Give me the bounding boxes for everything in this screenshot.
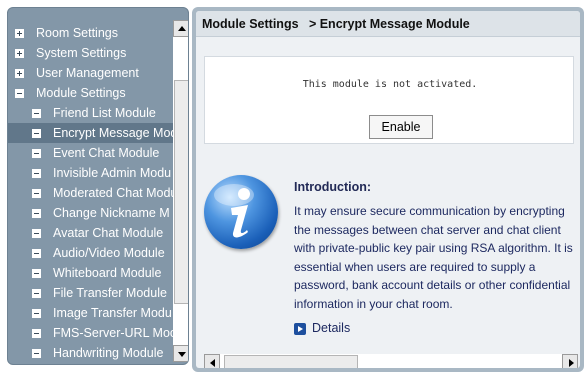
minus-box-icon[interactable] xyxy=(32,269,41,278)
main-panel: Module Settings > Encrypt Message Module… xyxy=(192,7,584,372)
sidebar-item-label: Change Nickname M xyxy=(53,206,170,220)
sidebar-item-label: Room Settings xyxy=(36,26,118,40)
sidebar-item[interactable]: Image Transfer Modu xyxy=(8,303,173,323)
sidebar-item-label: Friend List Module xyxy=(53,106,156,120)
minus-box-icon[interactable] xyxy=(32,109,41,118)
sidebar-item[interactable]: User Management xyxy=(8,63,173,83)
arrow-up-icon xyxy=(178,26,186,31)
minus-box-icon[interactable] xyxy=(15,89,24,98)
sidebar-scroll-thumb[interactable] xyxy=(174,80,188,304)
intro-title: Introduction: xyxy=(294,180,372,194)
sidebar-item[interactable]: Moderated Chat Modu xyxy=(8,183,173,203)
plus-box-icon[interactable] xyxy=(15,49,24,58)
minus-box-icon[interactable] xyxy=(32,329,41,338)
sidebar-item[interactable]: FMS-Server-URL Moc xyxy=(8,323,173,343)
info-icon xyxy=(204,175,278,249)
status-box: This module is not activated. Enable xyxy=(204,56,574,144)
details-label: Details xyxy=(312,321,351,335)
sidebar-item[interactable]: Change Nickname M xyxy=(8,203,173,223)
sidebar: Room Settings System Settings User Managem… xyxy=(0,0,192,379)
sidebar-item-label: Encrypt Message Mod xyxy=(53,126,173,140)
minus-box-icon[interactable] xyxy=(32,349,41,358)
sidebar-item-label: File Transfer Module xyxy=(53,286,167,300)
sidebar-item[interactable]: System Settings xyxy=(8,43,173,63)
minus-box-icon[interactable] xyxy=(32,169,41,178)
sidebar-item-label: Module Settings xyxy=(36,86,126,100)
play-icon xyxy=(294,323,306,335)
sidebar-item[interactable]: Avatar Chat Module xyxy=(8,223,173,243)
sidebar-item[interactable]: Encrypt Message Mod xyxy=(8,123,173,143)
sidebar-item[interactable]: Invisible Admin Modu xyxy=(8,163,173,183)
status-message: This module is not activated. xyxy=(302,79,478,90)
page-title: Module Settings > Encrypt Message Module xyxy=(202,17,470,31)
breadcrumb-header: Module Settings > Encrypt Message Module xyxy=(196,11,580,37)
sidebar-item-label: Moderated Chat Modu xyxy=(53,186,173,200)
sidebar-item-label: System Settings xyxy=(36,46,127,60)
arrow-down-icon xyxy=(178,352,186,357)
minus-box-icon[interactable] xyxy=(32,249,41,258)
sidebar-item[interactable]: Whiteboard Module xyxy=(8,263,173,283)
sidebar-scrollbar[interactable] xyxy=(173,20,188,362)
sidebar-item[interactable]: Event Chat Module xyxy=(8,143,173,163)
module-tree: Room Settings System Settings User Managem… xyxy=(8,8,173,364)
main-content: Module Settings > Encrypt Message Module… xyxy=(196,11,580,368)
minus-box-icon[interactable] xyxy=(32,229,41,238)
minus-box-icon[interactable] xyxy=(32,309,41,318)
plus-box-icon[interactable] xyxy=(15,69,24,78)
horizontal-scrollbar[interactable] xyxy=(204,354,578,368)
sidebar-item[interactable]: File Transfer Module xyxy=(8,283,173,303)
arrow-right-icon xyxy=(569,359,574,367)
sidebar-item[interactable]: Module Settings xyxy=(8,83,173,103)
minus-box-icon[interactable] xyxy=(32,209,41,218)
sidebar-item[interactable]: Audio/Video Module xyxy=(8,243,173,263)
sidebar-item[interactable]: Room Settings xyxy=(8,23,173,43)
minus-box-icon[interactable] xyxy=(32,129,41,138)
sidebar-panel: Room Settings System Settings User Managem… xyxy=(7,7,189,365)
enable-button[interactable]: Enable xyxy=(369,115,433,139)
sidebar-item-label: Event Chat Module xyxy=(53,146,160,160)
plus-box-icon[interactable] xyxy=(15,29,24,38)
sidebar-item-label: Audio/Video Module xyxy=(53,246,165,260)
minus-box-icon[interactable] xyxy=(32,289,41,298)
sidebar-item-label: Whiteboard Module xyxy=(53,266,162,280)
scroll-up-button[interactable] xyxy=(173,20,188,37)
minus-box-icon[interactable] xyxy=(32,149,41,158)
sidebar-item-label: FMS-Server-URL Moc xyxy=(53,326,173,340)
scroll-left-button[interactable] xyxy=(204,354,220,368)
sidebar-item[interactable]: Friend List Module xyxy=(8,103,173,123)
arrow-left-icon xyxy=(210,359,215,367)
sidebar-item-label: Handwriting Module xyxy=(53,346,164,360)
intro-text: It may ensure secure communication by en… xyxy=(294,204,573,311)
sidebar-item[interactable]: Handwriting Module xyxy=(8,343,173,363)
scroll-down-button[interactable] xyxy=(173,345,188,362)
sidebar-item-label: Invisible Admin Modu xyxy=(53,166,172,180)
sidebar-item-label: User Management xyxy=(36,66,139,80)
scroll-right-button[interactable] xyxy=(562,354,578,368)
sidebar-item-label: Image Transfer Modu xyxy=(53,306,172,320)
horizontal-scroll-thumb[interactable] xyxy=(224,355,358,368)
sidebar-item-label: Avatar Chat Module xyxy=(53,226,164,240)
minus-box-icon[interactable] xyxy=(32,189,41,198)
